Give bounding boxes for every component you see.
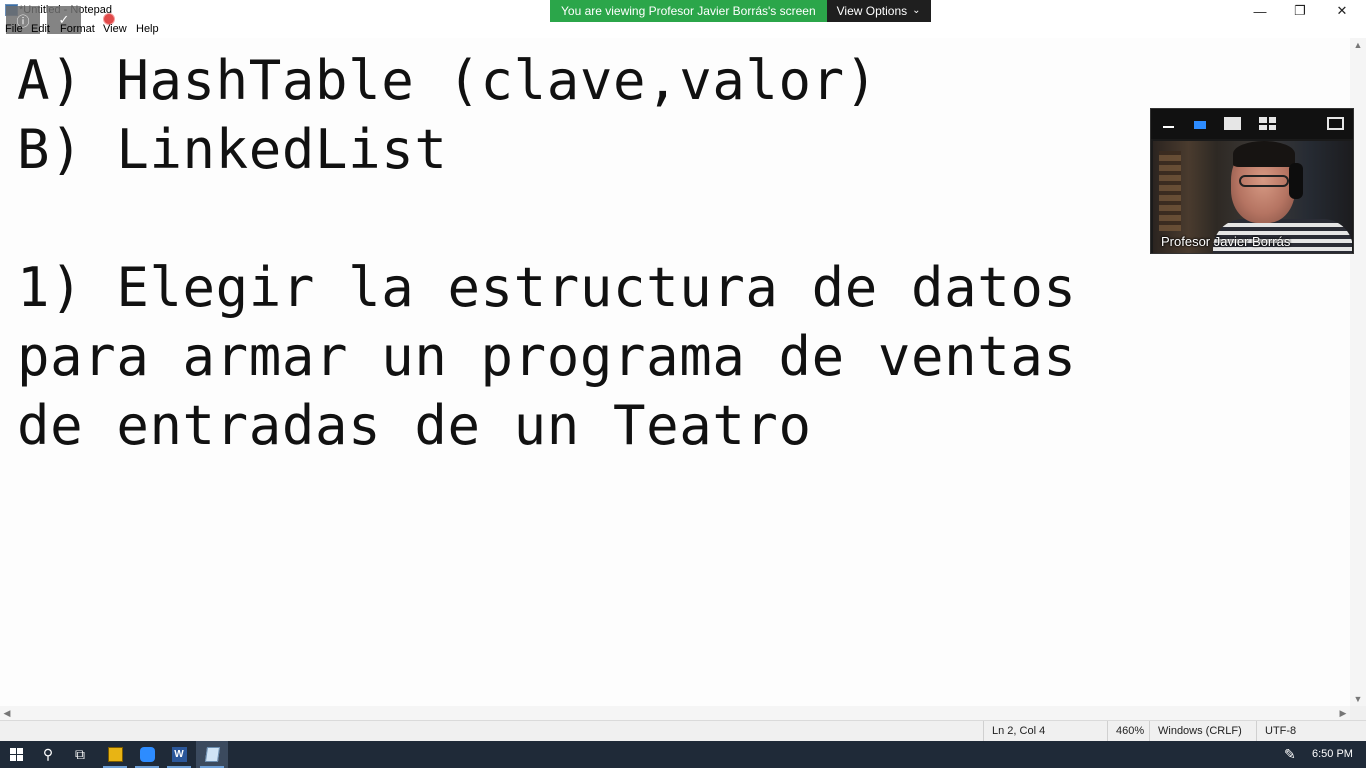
encoding: UTF-8 xyxy=(1256,721,1366,741)
gallery-view-icon[interactable] xyxy=(1259,117,1276,130)
participant-name: Profesor Javier Borrás xyxy=(1161,234,1291,249)
scroll-down-icon[interactable]: ▼ xyxy=(1350,692,1366,706)
pen-icon[interactable]: ✎ xyxy=(1284,741,1296,768)
search-icon[interactable]: ⚲ xyxy=(32,741,64,768)
cursor-position: Ln 2, Col 4 xyxy=(983,721,1107,741)
view-options-label: View Options xyxy=(836,4,908,18)
menu-file[interactable]: File xyxy=(5,23,23,35)
participant-hair xyxy=(1233,141,1295,167)
task-view-icon[interactable]: ⧉ xyxy=(64,741,96,768)
glasses xyxy=(1239,175,1289,187)
hide-video-icon[interactable] xyxy=(1327,117,1344,130)
menu-format[interactable]: Format xyxy=(60,23,95,35)
status-bar: Ln 2, Col 4 460% Windows (CRLF) UTF-8 xyxy=(0,720,1366,741)
scroll-up-icon[interactable]: ▲ xyxy=(1350,38,1366,52)
active-speaker-icon[interactable] xyxy=(1224,117,1241,130)
speaker-view-icon[interactable] xyxy=(1194,121,1206,129)
clock[interactable]: 6:50 PM xyxy=(1312,741,1353,768)
text-editor[interactable]: A) HashTable (clave,valor) B) LinkedList… xyxy=(0,38,1350,706)
horizontal-scrollbar[interactable]: ◀ ▶ xyxy=(0,706,1350,720)
scroll-left-icon[interactable]: ◀ xyxy=(0,706,14,720)
minimize-button[interactable]: — xyxy=(1238,0,1282,22)
taskbar: ⚲ ⧉ W ✎ 6:50 PM xyxy=(0,741,1366,768)
menu-bar: File Edit Format View Help xyxy=(0,22,1366,38)
line-ending: Windows (CRLF) xyxy=(1149,721,1256,741)
chevron-down-icon: ⌄ xyxy=(912,5,921,16)
zoom-icon[interactable] xyxy=(131,741,163,768)
notepad-icon[interactable] xyxy=(196,741,228,768)
menu-edit[interactable]: Edit xyxy=(31,23,50,35)
headset xyxy=(1289,163,1303,199)
view-options-button[interactable]: View Options ⌄ xyxy=(826,0,931,22)
bookshelf xyxy=(1159,151,1181,231)
video-toolbar xyxy=(1151,109,1353,139)
maximize-button[interactable]: ❐ xyxy=(1278,0,1322,22)
scrollbar-corner xyxy=(1350,706,1366,720)
close-button[interactable]: ✕ xyxy=(1320,0,1364,22)
share-banner-text: You are viewing Profesor Javier Borrás's… xyxy=(550,0,827,22)
menu-view[interactable]: View xyxy=(103,23,127,35)
editor-content[interactable]: A) HashTable (clave,valor) B) LinkedList… xyxy=(17,46,1077,460)
app-icon[interactable] xyxy=(99,741,131,768)
scroll-right-icon[interactable]: ▶ xyxy=(1336,706,1350,720)
start-icon[interactable] xyxy=(0,741,32,768)
word-icon[interactable]: W xyxy=(163,741,195,768)
minimize-video-icon[interactable] xyxy=(1163,126,1174,128)
zoom-level: 460% xyxy=(1107,721,1149,741)
share-banner: You are viewing Profesor Javier Borrás's… xyxy=(550,0,931,22)
participant-video[interactable]: Profesor Javier Borrás xyxy=(1150,108,1354,254)
menu-help[interactable]: Help xyxy=(136,23,159,35)
